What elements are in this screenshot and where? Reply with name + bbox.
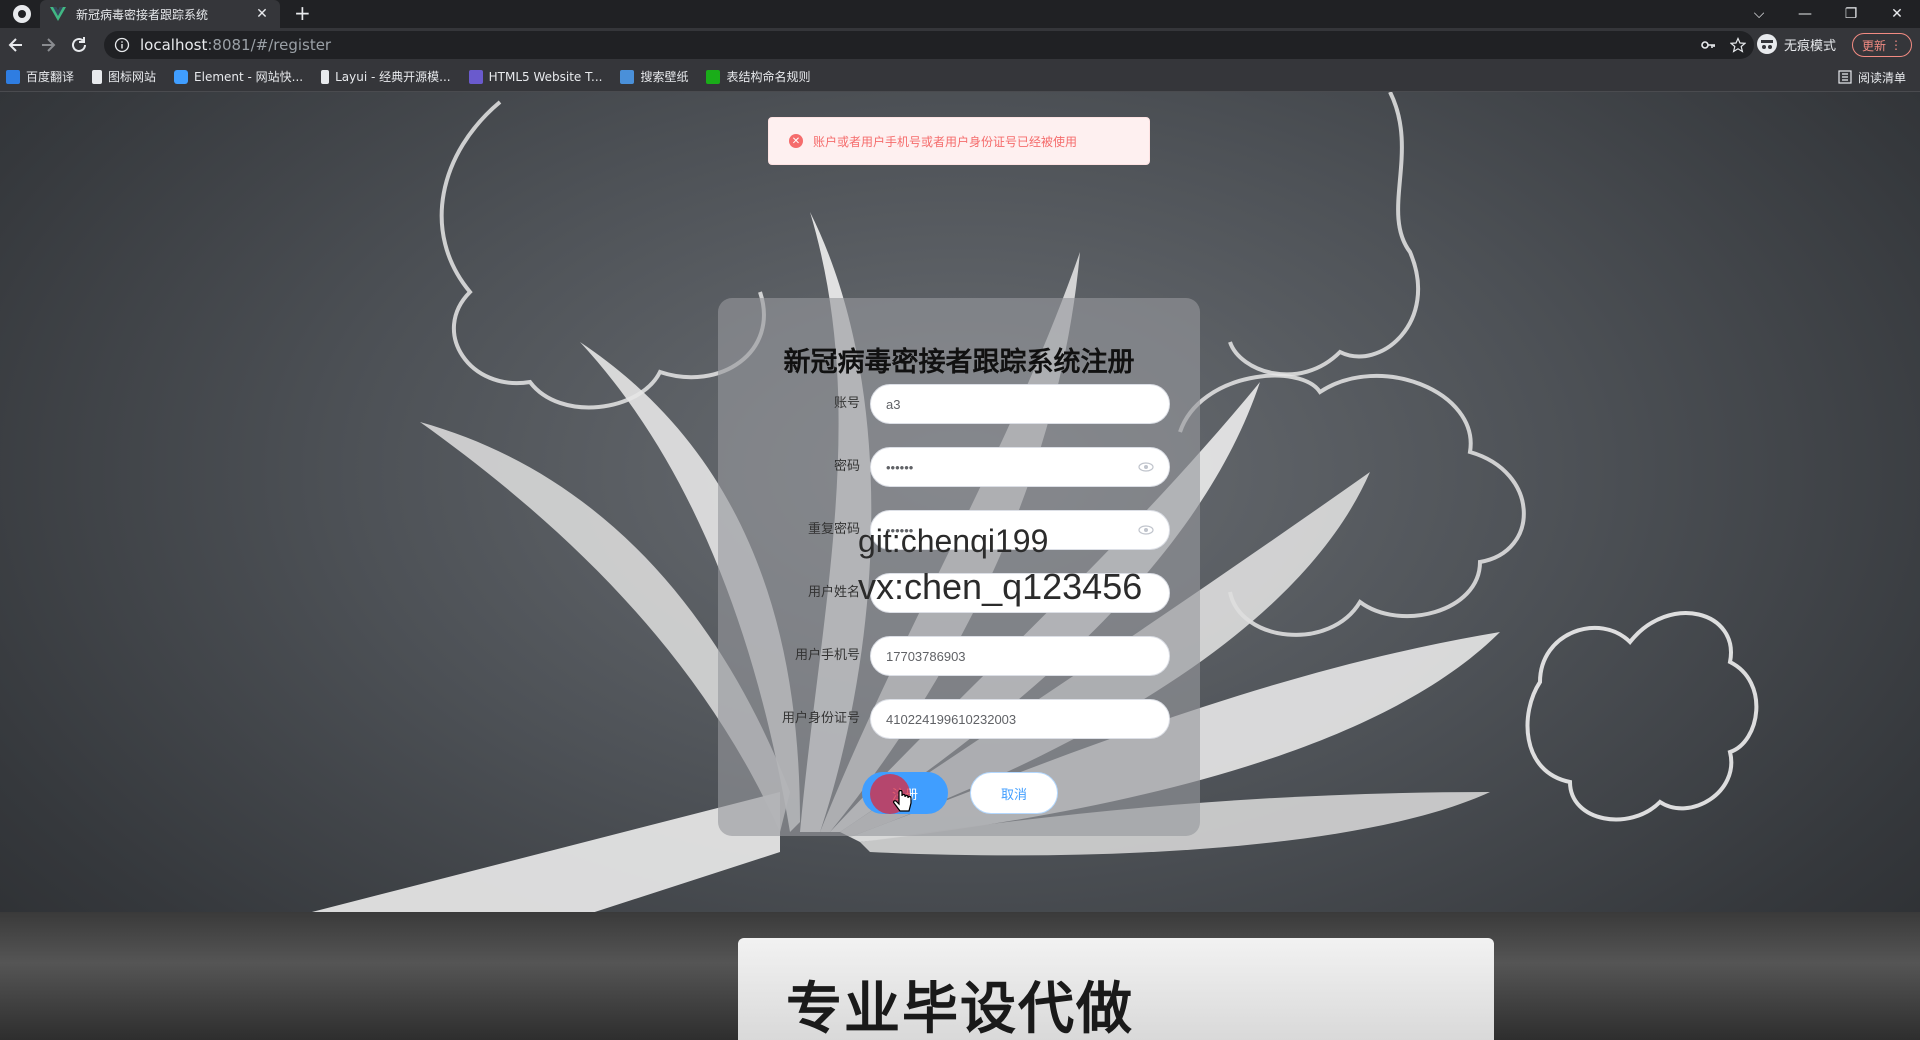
error-message-text: 账户或者用户手机号或者用户身份证号已经被使用 xyxy=(813,134,1078,149)
minimize-icon[interactable]: — xyxy=(1782,6,1828,22)
reload-icon[interactable] xyxy=(68,34,90,56)
account-input[interactable] xyxy=(870,384,1170,424)
forward-arrow-icon[interactable] xyxy=(36,34,58,56)
bookmark-label: 搜索壁纸 xyxy=(640,70,689,84)
bookmark-item[interactable]: 百度翻译 xyxy=(6,68,74,85)
tab-register[interactable]: 新冠病毒密接者跟踪系统 ✕ xyxy=(40,0,280,28)
phone-input[interactable] xyxy=(870,636,1170,676)
address-bar[interactable]: localhost :8081/#/register xyxy=(104,31,1754,59)
url-path: :8081/#/register xyxy=(207,36,332,54)
tab-search-icon[interactable]: ⌵ xyxy=(1736,6,1782,22)
reading-list-label: 阅读清单 xyxy=(1857,70,1906,85)
tab-title: 新冠病毒密接者跟踪系统 xyxy=(76,7,209,22)
cancel-button[interactable]: 取消 xyxy=(970,772,1058,814)
username-label: 用户姓名 xyxy=(807,585,860,600)
bookmark-label: Element - 网站快... xyxy=(194,70,304,84)
close-window-icon[interactable]: ✕ xyxy=(1874,6,1920,22)
bookmark-star-icon[interactable] xyxy=(1730,37,1746,53)
password-label: 密码 xyxy=(833,459,860,474)
bookmark-label: 图标网站 xyxy=(108,70,157,84)
watermark-git: git:chenqi199 xyxy=(858,523,1049,559)
bookmark-item[interactable]: Element - 网站快... xyxy=(174,68,303,85)
id-card-label: 用户身份证号 xyxy=(781,711,860,726)
form-row-account: 账号 xyxy=(718,384,1200,424)
page-viewport: 专业毕设代做 ✕ 账户或者用户手机号或者用户身份证号已经被使用 新冠病毒密接者跟… xyxy=(0,92,1920,1040)
restore-icon[interactable]: ❐ xyxy=(1828,6,1874,22)
browser-toolbar: localhost :8081/#/register 无痕模式 更新 ⋮ xyxy=(0,28,1920,62)
incognito-icon xyxy=(1757,34,1777,54)
password-input[interactable] xyxy=(870,447,1170,487)
reading-list-icon xyxy=(1838,70,1852,84)
tab-close-icon[interactable]: ✕ xyxy=(254,6,270,22)
update-button[interactable]: 更新 ⋮ xyxy=(1852,33,1912,57)
reading-list-button[interactable]: 阅读清单 xyxy=(1838,62,1906,92)
cancel-button-label: 取消 xyxy=(1000,787,1027,803)
layui-logo-icon xyxy=(321,69,330,84)
element-logo-icon xyxy=(174,69,189,84)
repeat-password-label: 重复密码 xyxy=(807,522,860,537)
ad-banner-text: 专业毕设代做 xyxy=(786,977,1134,1040)
bookmark-item[interactable]: 图标网站 xyxy=(92,68,156,85)
translate-icon xyxy=(6,69,20,84)
bookmark-label: 表结构命名规则 xyxy=(726,70,811,84)
browser-logo-icon xyxy=(13,5,31,23)
bookmark-label: 百度翻译 xyxy=(26,70,75,84)
table-icon xyxy=(706,69,721,84)
show-password-eye-icon[interactable] xyxy=(1138,459,1154,475)
watermark-vx: vx:chen_q123456 xyxy=(858,566,1143,607)
form-row-id-card: 用户身份证号 xyxy=(718,699,1200,739)
back-arrow-icon[interactable] xyxy=(6,34,28,56)
register-title: 新冠病毒密接者跟踪系统注册 xyxy=(783,347,1135,378)
key-icon[interactable] xyxy=(1700,37,1716,53)
form-row-password: 密码 xyxy=(718,447,1200,487)
hand-cursor-icon xyxy=(893,790,912,812)
url-host: localhost xyxy=(140,36,208,54)
wallpaper-icon xyxy=(620,69,635,84)
tab-strip: 新冠病毒密接者跟踪系统 ✕ + ⌵ — ❐ ✕ xyxy=(0,0,1920,28)
error-message: ✕ 账户或者用户手机号或者用户身份证号已经被使用 xyxy=(768,117,1150,165)
window-controls: ⌵ — ❐ ✕ xyxy=(1736,0,1920,28)
html5-icon xyxy=(468,69,483,84)
new-tab-button[interactable]: + xyxy=(294,2,311,24)
bookmark-item[interactable]: HTML5 Website T... xyxy=(468,69,603,84)
incognito-label: 无痕模式 xyxy=(1784,38,1837,54)
bookmark-item[interactable]: 搜索壁纸 xyxy=(620,68,688,85)
bookmark-label: HTML5 Website T... xyxy=(488,69,603,84)
bookmark-item[interactable]: Layui - 经典开源模... xyxy=(321,68,451,85)
incognito-indicator[interactable]: 无痕模式 xyxy=(1756,33,1836,55)
account-label: 账号 xyxy=(833,396,860,411)
phone-label: 用户手机号 xyxy=(794,648,860,663)
bookmark-item[interactable]: 表结构命名规则 xyxy=(706,68,810,85)
bookmarks-bar: 百度翻译 图标网站 Element - 网站快... Layui - 经典开源模… xyxy=(0,62,1920,92)
more-menu-icon[interactable]: ⋮ xyxy=(1890,38,1902,52)
flag-icon xyxy=(92,69,103,84)
update-label: 更新 xyxy=(1861,38,1886,53)
id-card-input[interactable] xyxy=(870,699,1170,739)
vue-logo-icon xyxy=(50,7,66,21)
site-info-icon[interactable] xyxy=(114,37,130,53)
error-circle-icon: ✕ xyxy=(789,134,803,148)
show-repeat-password-eye-icon[interactable] xyxy=(1138,522,1154,538)
bookmark-label: Layui - 经典开源模... xyxy=(335,70,451,84)
form-row-phone: 用户手机号 xyxy=(718,636,1200,676)
